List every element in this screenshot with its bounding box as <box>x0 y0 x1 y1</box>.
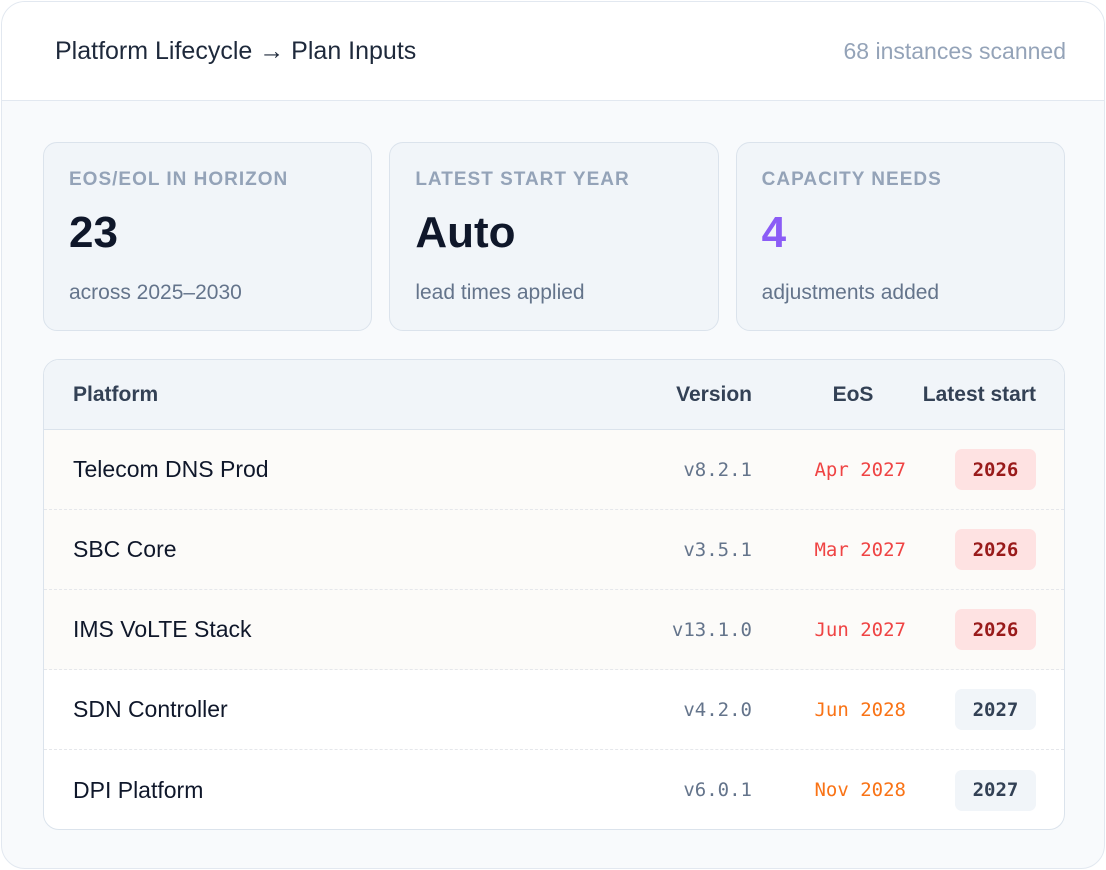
table-row[interactable]: SBC Core v3.5.1 Mar 2027 2026 <box>44 510 1064 590</box>
stat-note: lead times applied <box>415 281 585 304</box>
instances-scanned-count: 68 instances scanned <box>843 37 1067 64</box>
table-header: Platform Version EoS Latest start <box>44 360 1064 430</box>
platform-name: SBC Core <box>73 536 177 562</box>
stat-note: adjustments added <box>761 281 940 304</box>
table-row[interactable]: SDN Controller v4.2.0 Jun 2028 2027 <box>44 670 1064 750</box>
platform-name: DPI Platform <box>73 776 204 803</box>
column-header-platform[interactable]: Platform <box>44 383 642 407</box>
latest-start-badge: 2026 <box>955 609 1036 650</box>
panel-header: Platform Lifecycle → Plan Inputs 68 inst… <box>2 2 1104 101</box>
column-header-eos[interactable]: EoS <box>752 383 906 407</box>
table-row[interactable]: DPI Platform v6.0.1 Nov 2028 2027 <box>44 750 1064 829</box>
latest-start-badge: 2026 <box>955 529 1036 570</box>
column-header-version[interactable]: Version <box>642 383 752 407</box>
column-header-latest-start[interactable]: Latest start <box>906 383 1064 407</box>
stat-value: 4 <box>761 208 787 257</box>
stat-card-capacity-needs: CAPACITY NEEDS 4 adjustments added <box>735 142 1065 331</box>
latest-start-badge: 2027 <box>955 689 1036 730</box>
stats-row: EOS/EOL IN HORIZON 23 across 2025–2030 L… <box>43 142 1065 331</box>
stat-label: CAPACITY NEEDS <box>761 169 942 190</box>
platform-version: v3.5.1 <box>683 538 752 561</box>
panel-title: Platform Lifecycle → Plan Inputs <box>55 36 417 65</box>
stat-card-eos-eol: EOS/EOL IN HORIZON 23 across 2025–2030 <box>43 142 373 331</box>
platform-table: Platform Version EoS Latest start Teleco… <box>43 359 1065 830</box>
stat-label: LATEST START YEAR <box>415 169 630 190</box>
latest-start-badge: 2027 <box>955 769 1036 811</box>
platform-name: SDN Controller <box>73 696 228 722</box>
stat-note: across 2025–2030 <box>69 281 242 304</box>
platform-version: v13.1.0 <box>671 618 752 641</box>
stat-card-latest-start: LATEST START YEAR Auto lead times applie… <box>389 142 719 331</box>
eos-date: Jun 2028 <box>814 698 906 721</box>
eos-date: Jun 2027 <box>814 618 906 641</box>
platform-name: Telecom DNS Prod <box>73 456 269 482</box>
platform-name: IMS VoLTE Stack <box>73 616 252 642</box>
platform-version: v8.2.1 <box>683 458 752 481</box>
table-row[interactable]: Telecom DNS Prod v8.2.1 Apr 2027 2026 <box>44 430 1064 510</box>
table-row[interactable]: IMS VoLTE Stack v13.1.0 Jun 2027 2026 <box>44 590 1064 670</box>
eos-date: Nov 2028 <box>814 779 906 801</box>
platform-version: v4.2.0 <box>683 698 752 721</box>
eos-date: Mar 2027 <box>814 538 906 561</box>
eos-date: Apr 2027 <box>814 458 906 481</box>
column-header-latest-start-label: Latest start <box>922 382 1036 406</box>
lifecycle-panel: Platform Lifecycle → Plan Inputs 68 inst… <box>1 1 1105 869</box>
stat-label: EOS/EOL IN HORIZON <box>69 169 289 190</box>
platform-version: v6.0.1 <box>683 779 752 801</box>
stat-value: Auto <box>415 208 516 257</box>
stat-value: 23 <box>69 208 118 257</box>
latest-start-badge: 2026 <box>955 449 1036 490</box>
